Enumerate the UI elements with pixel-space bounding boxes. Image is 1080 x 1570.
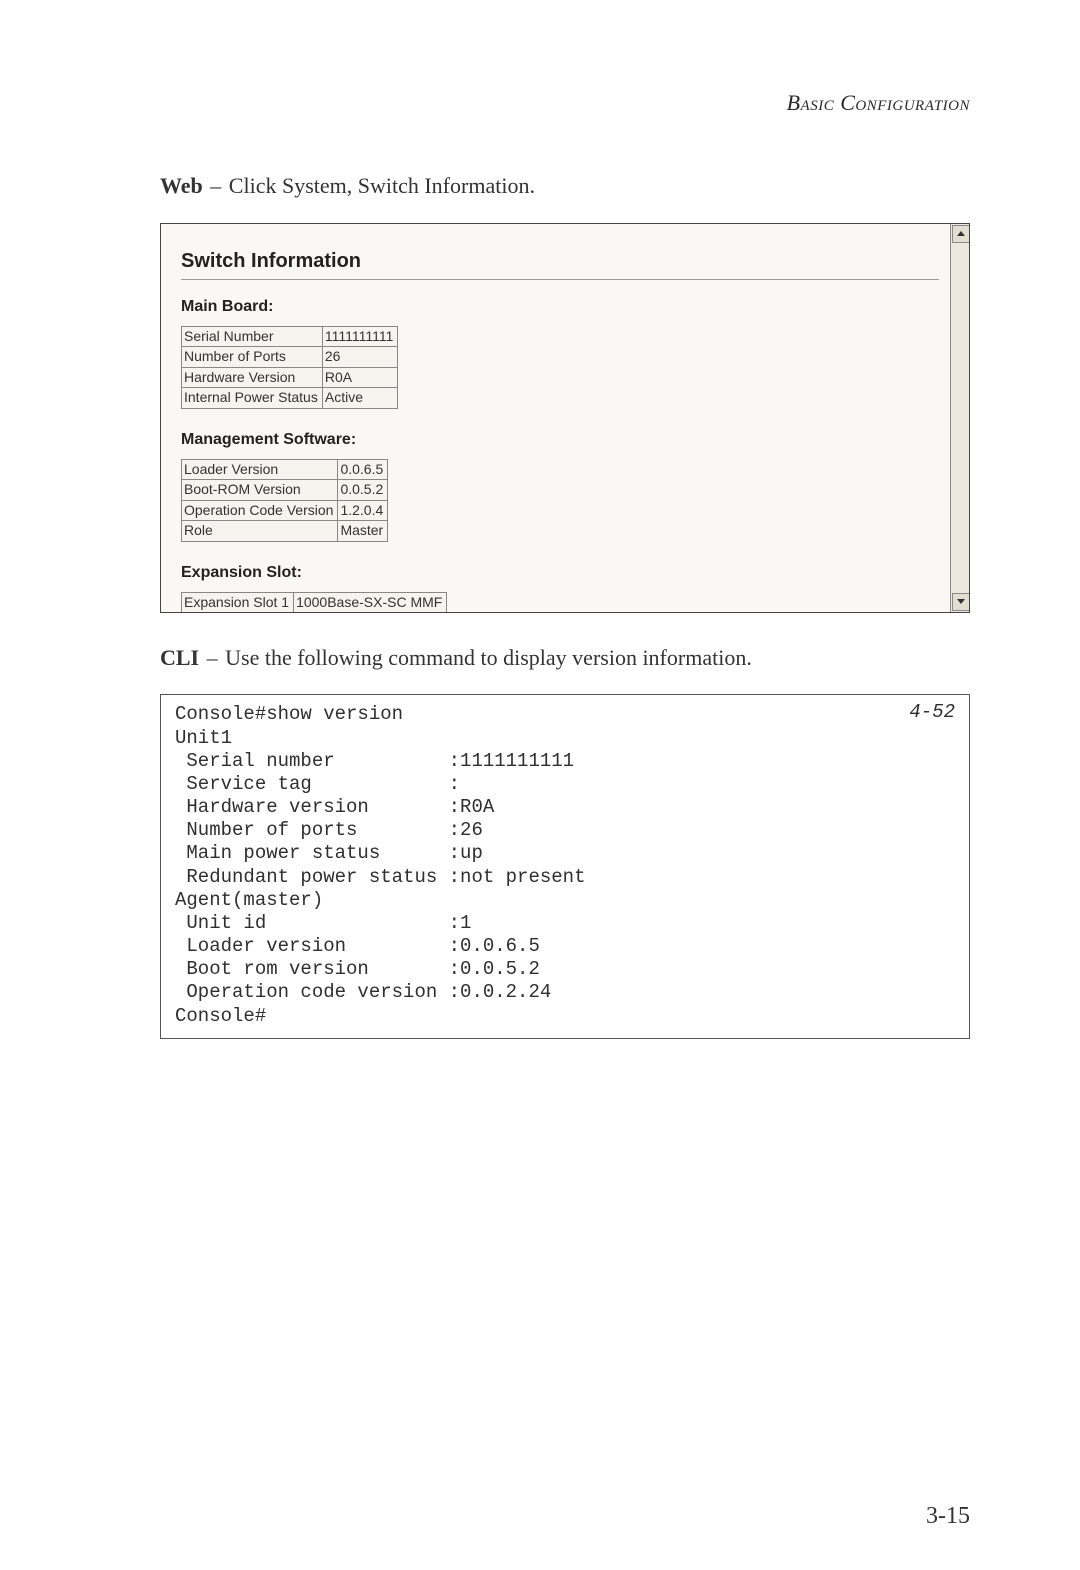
table-row: Loader Version 0.0.6.5 bbox=[182, 459, 388, 480]
cell-value: Master bbox=[338, 521, 388, 542]
cell-value: 1000Base-SX-SC MMF bbox=[294, 592, 447, 613]
section-main-board-heading: Main Board: bbox=[181, 298, 939, 316]
cli-page-ref: 4-52 bbox=[909, 701, 955, 724]
cell-value: 1.2.0.4 bbox=[338, 500, 388, 521]
running-head: Basic Configuration bbox=[160, 90, 970, 116]
main-board-table: Serial Number 1111111111 Number of Ports… bbox=[181, 326, 398, 409]
cell-key: Role bbox=[182, 521, 338, 542]
web-intro-paragraph: Web – Click System, Switch Information. bbox=[160, 171, 970, 201]
table-row: Hardware Version R0A bbox=[182, 367, 398, 388]
scroll-down-button[interactable] bbox=[952, 593, 970, 611]
cell-value: 0.0.5.2 bbox=[338, 480, 388, 501]
dash: – bbox=[203, 173, 229, 198]
cell-key: Internal Power Status bbox=[182, 388, 323, 409]
mgmt-table: Loader Version 0.0.6.5 Boot-ROM Version … bbox=[181, 459, 388, 542]
panel-title: Switch Information bbox=[181, 250, 939, 273]
web-intro-rest: Click System, Switch Information. bbox=[229, 173, 535, 198]
chevron-up-icon bbox=[957, 231, 965, 236]
cli-text: Console#show version Unit1 Serial number… bbox=[175, 703, 585, 1026]
expansion-table: Expansion Slot 1 1000Base-SX-SC MMF Expa… bbox=[181, 592, 447, 613]
table-row: Boot-ROM Version 0.0.5.2 bbox=[182, 480, 388, 501]
web-screenshot-frame: Switch Information Main Board: Serial Nu… bbox=[160, 223, 970, 613]
web-intro-bold: Web bbox=[160, 173, 203, 198]
cell-value: 0.0.6.5 bbox=[338, 459, 388, 480]
manual-page: Basic Configuration Web – Click System, … bbox=[0, 0, 1080, 1570]
web-content: Switch Information Main Board: Serial Nu… bbox=[161, 224, 969, 613]
cell-key: Operation Code Version bbox=[182, 500, 338, 521]
cli-intro-bold: CLI bbox=[160, 645, 199, 670]
cell-key: Loader Version bbox=[182, 459, 338, 480]
cell-key: Serial Number bbox=[182, 326, 323, 347]
cell-key: Number of Ports bbox=[182, 347, 323, 368]
cli-intro-rest: Use the following command to display ver… bbox=[225, 645, 752, 670]
table-row: Serial Number 1111111111 bbox=[182, 326, 398, 347]
cell-key: Boot-ROM Version bbox=[182, 480, 338, 501]
cell-key: Hardware Version bbox=[182, 367, 323, 388]
page-number: 3-15 bbox=[926, 1503, 970, 1530]
table-row: Operation Code Version 1.2.0.4 bbox=[182, 500, 388, 521]
cell-value: R0A bbox=[322, 367, 398, 388]
section-expansion-heading: Expansion Slot: bbox=[181, 564, 939, 582]
chevron-down-icon bbox=[957, 599, 965, 604]
section-mgmt-heading: Management Software: bbox=[181, 431, 939, 449]
cell-value: 1111111111 bbox=[322, 326, 398, 347]
table-row: Number of Ports 26 bbox=[182, 347, 398, 368]
table-row: Internal Power Status Active bbox=[182, 388, 398, 409]
table-row: Role Master bbox=[182, 521, 388, 542]
cell-value: 26 bbox=[322, 347, 398, 368]
cell-key: Expansion Slot 1 bbox=[182, 592, 294, 613]
table-row: Expansion Slot 1 1000Base-SX-SC MMF bbox=[182, 592, 447, 613]
cli-output-box: 4-52 Console#show version Unit1 Serial nu… bbox=[160, 694, 970, 1038]
scrollbar[interactable] bbox=[950, 224, 969, 612]
cell-value: Active bbox=[322, 388, 398, 409]
scroll-up-button[interactable] bbox=[952, 225, 970, 243]
dash: – bbox=[199, 645, 225, 670]
panel-divider bbox=[181, 279, 939, 280]
cli-intro-paragraph: CLI – Use the following command to displ… bbox=[160, 643, 970, 673]
